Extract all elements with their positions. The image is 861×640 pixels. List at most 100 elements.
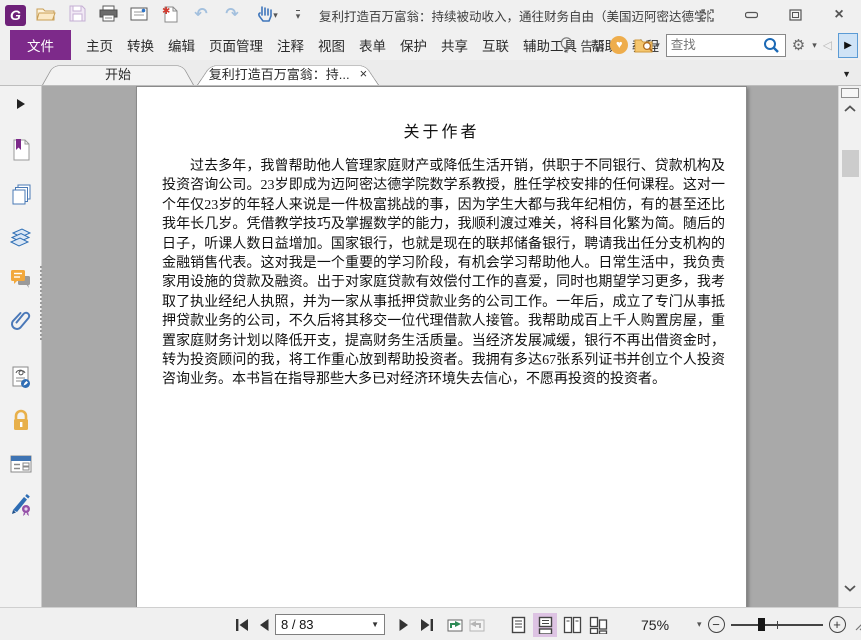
- layers-panel-button[interactable]: [9, 225, 33, 249]
- menu-share[interactable]: 共享: [434, 30, 475, 60]
- favorites-heart-icon[interactable]: ♥: [610, 36, 629, 54]
- tell-me-label[interactable]: 告诉: [580, 36, 604, 55]
- menu-bar: 文件 主页 转换 编辑 页面管理 注释 视图 表单 保护 共享 互联 辅助工具 …: [0, 30, 861, 60]
- find-box: [665, 33, 786, 57]
- search-icon[interactable]: [763, 37, 780, 54]
- search-in-folder-button[interactable]: ▾: [634, 37, 660, 53]
- settings-gear-icon[interactable]: ⚙: [792, 36, 805, 54]
- previous-view-button[interactable]: [443, 614, 465, 636]
- undo-button[interactable]: ↶: [190, 4, 212, 26]
- form-fields-panel-button[interactable]: [9, 452, 33, 476]
- next-view-icon: [469, 619, 484, 632]
- hand-tool-caret-icon: ▾: [273, 9, 278, 20]
- close-icon: ×: [834, 6, 844, 23]
- page-number-combobox[interactable]: 8 / 83 ▼: [275, 614, 385, 635]
- comments-panel-button[interactable]: [9, 267, 33, 291]
- document-viewport[interactable]: 关于作者 过去多年，我曾帮助他人管理家庭财产或降低生活开销，供职于不同银行、贷款…: [42, 86, 838, 607]
- open-file-button[interactable]: [35, 4, 57, 26]
- create-pdf-button[interactable]: ✱: [159, 4, 181, 26]
- layout-single-page-button[interactable]: [506, 613, 530, 637]
- tab-start[interactable]: 开始: [42, 62, 194, 85]
- tell-me-bulb-icon: [559, 36, 574, 54]
- document-paragraph: 过去多年，我曾帮助他人管理家庭财产或降低生活开销，供职于不同银行、贷款机构及投资…: [162, 159, 725, 388]
- page-thumbnails-icon: [12, 184, 30, 205]
- find-input[interactable]: [670, 38, 763, 52]
- resize-grip-icon[interactable]: [854, 618, 861, 631]
- continuous-page-icon: [538, 616, 552, 634]
- next-view-button[interactable]: [465, 614, 487, 636]
- menu-comment[interactable]: 注释: [270, 30, 311, 60]
- layout-continuous-facing-button[interactable]: [587, 613, 611, 637]
- redo-button[interactable]: ↷: [221, 4, 243, 26]
- layout-facing-button[interactable]: [560, 613, 584, 637]
- pdf-page[interactable]: 关于作者 过去多年，我曾帮助他人管理家庭财产或降低生活开销，供职于不同银行、贷款…: [136, 86, 747, 607]
- sign-panel-button[interactable]: [9, 492, 33, 516]
- document-tab-bar: 开始 复利打造百万富翁：持... × ▼: [0, 60, 861, 86]
- attachments-panel-button[interactable]: [9, 309, 33, 333]
- previous-view-icon: [447, 619, 462, 632]
- next-page-button[interactable]: [393, 614, 415, 636]
- previous-page-button[interactable]: [253, 614, 275, 636]
- title-bar: G ✱ ↶ ↷ ▾ ▾ 复利打造百万富翁：持续被动收入，通往财务自由（美国迈阿密…: [0, 0, 861, 30]
- customize-toolbar-button[interactable]: ▾: [291, 4, 305, 26]
- navigation-panel: [0, 86, 42, 607]
- tab-document[interactable]: 复利打造百万富翁：持... ×: [197, 62, 379, 85]
- tab-list-caret-icon[interactable]: ▼: [842, 69, 851, 79]
- menu-protect[interactable]: 保护: [393, 30, 434, 60]
- zoom-out-button[interactable]: −: [707, 616, 725, 633]
- window-controls: ×: [685, 0, 861, 30]
- window-title: 复利打造百万富翁：持续被动收入，通往财务自由（美国迈阿密达德学院数学系教授...: [319, 9, 709, 24]
- menu-view[interactable]: 视图: [311, 30, 352, 60]
- zoom-level-label[interactable]: 75%: [641, 617, 669, 633]
- expand-panel-button[interactable]: [9, 92, 33, 116]
- lock-icon: [13, 409, 28, 430]
- zoom-slider-handle[interactable]: [757, 618, 765, 631]
- page-thumbnails-panel-button[interactable]: [9, 182, 33, 206]
- menu-home[interactable]: 主页: [79, 30, 120, 60]
- folder-search-icon: [634, 39, 653, 53]
- menu-form[interactable]: 表单: [352, 30, 393, 60]
- ribbon-expand-button[interactable]: ▶: [838, 32, 858, 58]
- tab-close-icon[interactable]: ×: [360, 66, 368, 81]
- status-bar: 8 / 83 ▼ 75% ▾ − +: [0, 607, 861, 640]
- settings-caret-icon[interactable]: ▾: [812, 40, 817, 51]
- minimize-icon: [744, 11, 758, 19]
- file-menu-button[interactable]: 文件: [10, 30, 71, 60]
- foxit-logo-icon[interactable]: G: [5, 4, 26, 26]
- restore-button[interactable]: [773, 0, 817, 30]
- menu-edit[interactable]: 编辑: [161, 30, 202, 60]
- menu-organize[interactable]: 页面管理: [202, 30, 270, 60]
- last-page-button[interactable]: [415, 614, 437, 636]
- menu-convert[interactable]: 转换: [120, 30, 161, 60]
- main-area: 关于作者 过去多年，我曾帮助他人管理家庭财产或降低生活开销，供职于不同银行、贷款…: [0, 86, 861, 607]
- scroll-down-icon[interactable]: [843, 580, 857, 595]
- scroll-up-icon[interactable]: [843, 101, 857, 116]
- print-button[interactable]: [97, 4, 119, 26]
- folder-search-caret-icon: ▾: [655, 39, 660, 50]
- email-button[interactable]: [128, 4, 150, 26]
- hand-tool-button[interactable]: ▾: [252, 4, 282, 26]
- zoom-slider[interactable]: [730, 618, 823, 631]
- save-button[interactable]: [66, 4, 88, 26]
- bookmarks-panel-button[interactable]: [9, 138, 33, 162]
- bookmarks-icon: [13, 139, 29, 161]
- svg-text:✱: ✱: [162, 6, 170, 17]
- next-page-icon: [399, 618, 408, 631]
- previous-page-icon: [260, 618, 269, 631]
- zoom-in-button[interactable]: +: [828, 616, 846, 633]
- vertical-scrollbar[interactable]: [838, 86, 861, 607]
- security-panel-button[interactable]: [9, 409, 33, 433]
- tab-document-label: 复利打造百万富翁：持...: [208, 67, 350, 82]
- document-heading: 关于作者: [403, 124, 480, 141]
- minimize-button[interactable]: [729, 0, 773, 30]
- split-view-handle[interactable]: [841, 88, 859, 98]
- layout-continuous-button[interactable]: [533, 612, 557, 637]
- scrollbar-thumb[interactable]: [842, 150, 859, 177]
- digital-signatures-panel-button[interactable]: [9, 365, 33, 389]
- zoom-caret-icon[interactable]: ▾: [697, 619, 702, 630]
- menu-connect[interactable]: 互联: [475, 30, 516, 60]
- first-page-button[interactable]: [231, 614, 253, 636]
- close-button[interactable]: ×: [817, 0, 861, 30]
- fullscreen-button[interactable]: [685, 0, 729, 30]
- redo-icon: ↷: [225, 6, 239, 23]
